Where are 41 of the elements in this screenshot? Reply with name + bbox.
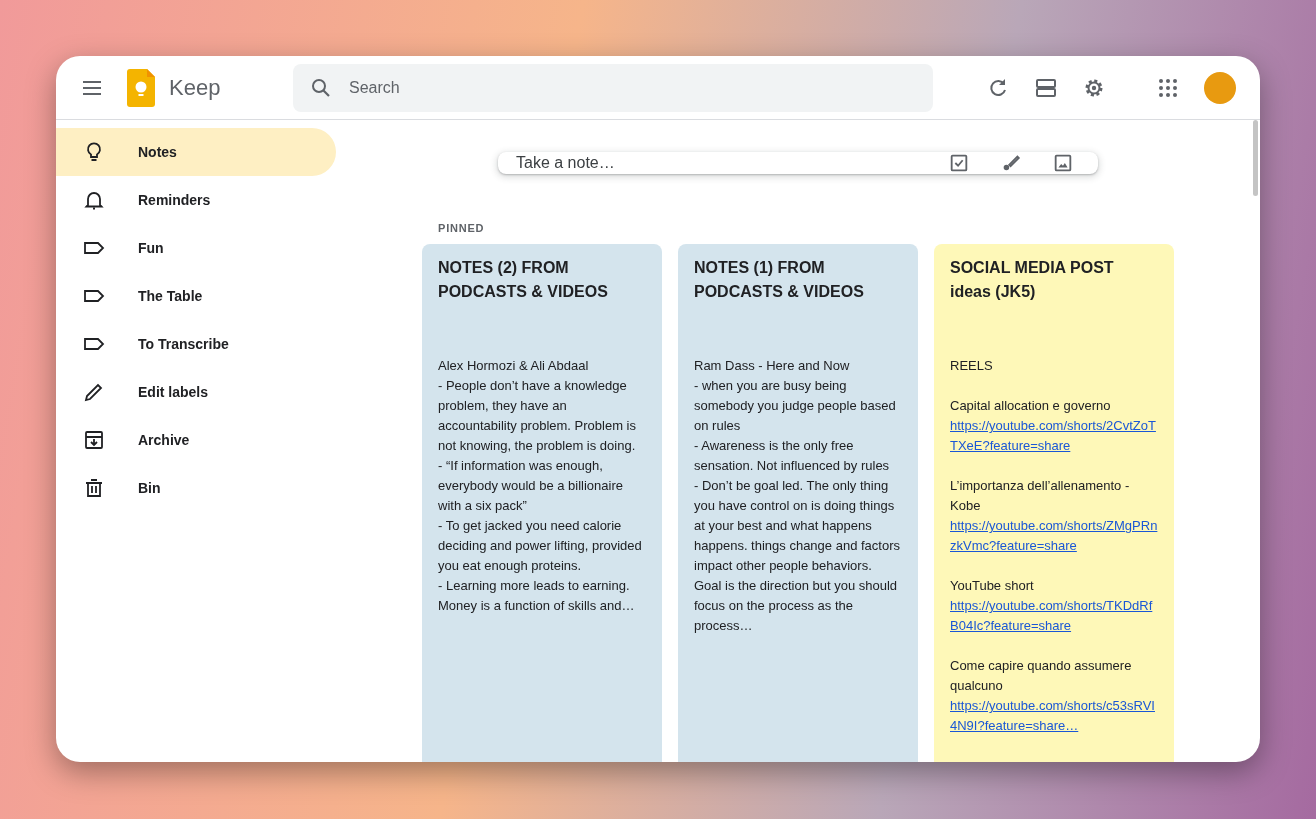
note-link[interactable]: https://youtube.com/shorts/2CvtZoTTXeE?feature=share	[950, 416, 1158, 456]
archive-icon	[82, 428, 106, 452]
lightbulb-note-logo-icon	[127, 68, 155, 107]
note-text: YouTube short	[950, 577, 1035, 595]
note-text: Capital allocation e governo	[950, 397, 1112, 415]
note-link[interactable]: https://youtube.com/shorts/c53sRVI4N9I?feature=share…	[950, 696, 1158, 736]
sidebar-item[interactable]: Bin	[56, 464, 336, 512]
note-card[interactable]	[934, 244, 1174, 762]
note-card[interactable]	[678, 244, 918, 762]
search-field[interactable]: Search	[293, 63, 933, 112]
checkbox-icon[interactable]	[948, 152, 970, 174]
sidebar-item[interactable]: The Table	[56, 272, 336, 320]
note-text: L’importanza dell’allenamento - Kobe	[950, 477, 1131, 515]
note-text: - Don’t be goal led. The only thing you have control on is doing things at your best and what happens happens. things change and factors impact other people behaviors. Goal is the direction but you should focus on the process as the process…	[694, 477, 901, 635]
note-title: NOTES (1) FROM PODCASTS & VIDEOS	[694, 258, 865, 302]
scrollbar[interactable]	[1253, 120, 1258, 196]
note-text: - when you are busy being somebody you judge people based on rules	[694, 377, 897, 435]
sidebar-item[interactable]: Notes	[56, 128, 336, 176]
note-link[interactable]: https://youtube.com/shorts/TKDdRfB04Ic?feature=share	[950, 596, 1158, 636]
sidebar-item[interactable]: Archive	[56, 416, 336, 464]
note-text: Alex Hormozi & Ali Abdaal	[438, 357, 590, 375]
note-text: - Awareness is the only free sensation. Not influenced by rules	[694, 437, 891, 475]
sidebar-item[interactable]: Edit labels	[56, 368, 336, 416]
note-text: Come capire quando assumere qualcuno	[950, 657, 1133, 695]
sidebar-item[interactable]: To Transcribe	[56, 320, 336, 368]
note-text: - “If information was enough, everybody would be a billionaire with a six pack”	[438, 457, 624, 515]
take-note-field[interactable]: Take a note…	[514, 153, 918, 173]
note-text: - People don’t have a knowledge problem, they have an accountability problem. Problem is not knowing, the problem is doing.	[438, 377, 637, 455]
note-text: REELS	[950, 357, 994, 375]
image-icon[interactable]	[1052, 152, 1074, 174]
app-name: Keep	[169, 74, 222, 101]
note-card[interactable]	[422, 244, 662, 762]
note-text: Ram Dass - Here and Now	[694, 357, 851, 375]
note-text: - To get jacked you need calorie deciding and power lifting, provided you eat enough proteins.	[438, 517, 643, 575]
note-title: NOTES (2) FROM PODCASTS & VIDEOS	[438, 258, 609, 302]
note-text: - Learning more leads to earning. Money is a function of skills and…	[438, 577, 636, 615]
section-label: PINNED	[437, 222, 486, 234]
sidebar-item[interactable]: Fun	[56, 224, 336, 272]
sidebar-item[interactable]: Reminders	[56, 176, 336, 224]
note-title: SOCIAL MEDIA POST ideas (JK5)	[950, 258, 1115, 302]
note-link[interactable]: https://youtube.com/shorts/ZMgPRnzkVmc?feature=share	[950, 516, 1158, 556]
